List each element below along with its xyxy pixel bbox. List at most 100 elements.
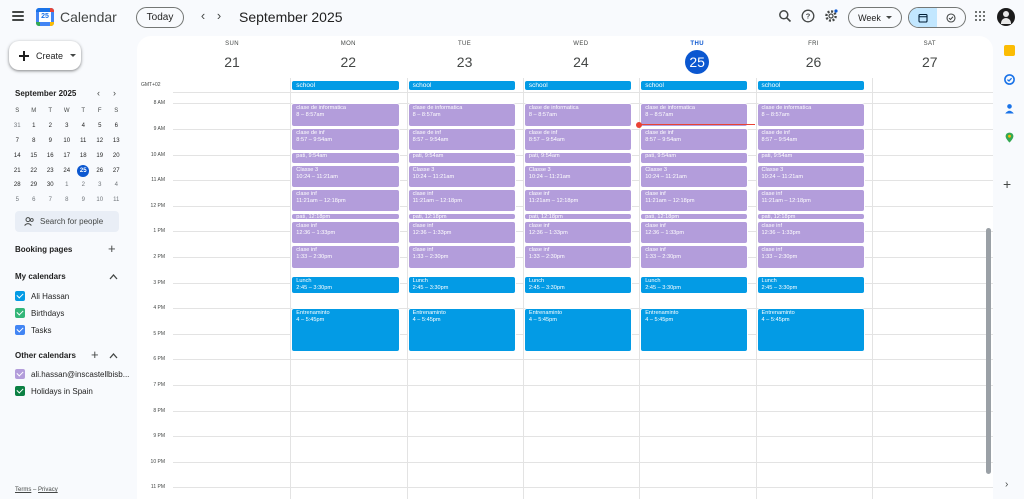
checkbox-icon[interactable] — [15, 386, 25, 396]
create-button[interactable]: Create — [9, 41, 81, 70]
calendar-event[interactable]: Lunch 2:45 – 3:30pm — [523, 276, 633, 295]
checkbox-icon[interactable] — [15, 291, 25, 301]
mini-day[interactable]: 3 — [92, 182, 109, 188]
mini-day[interactable]: 16 — [42, 153, 59, 159]
mini-day[interactable]: 24 — [59, 168, 76, 174]
mini-day[interactable]: 18 — [75, 153, 92, 159]
calendar-event[interactable]: pati, 12:18pm — [291, 213, 400, 221]
calendar-event[interactable]: Entrenaminto 4 – 5:45pm — [640, 308, 749, 352]
calendar-event[interactable]: Classe 3 10:24 – 11:21am — [523, 164, 633, 189]
calendar-event[interactable]: pati, 12:18pm — [523, 213, 633, 221]
day-number[interactable]: 21 — [220, 50, 244, 74]
add-booking-page-icon[interactable]: + — [108, 242, 116, 255]
mini-day[interactable]: 20 — [108, 153, 125, 159]
privacy-link[interactable]: Privacy — [38, 487, 58, 493]
help-icon[interactable]: ? — [801, 9, 815, 23]
mini-day[interactable]: 23 — [42, 168, 59, 174]
calendar-event[interactable]: pati, 12:18pm — [640, 213, 749, 221]
mini-day[interactable]: 8 — [59, 197, 76, 203]
calendar-event[interactable]: Classe 3 10:24 – 11:21am — [756, 164, 865, 189]
calendar-event[interactable]: clase inf 12:36 – 1:33pm — [640, 221, 749, 245]
settings-icon[interactable] — [824, 9, 838, 23]
terms-link[interactable]: Terms — [15, 487, 31, 493]
calendar-event[interactable]: clase inf 12:36 – 1:33pm — [756, 221, 865, 245]
mini-day[interactable]: 22 — [26, 168, 43, 174]
calendar-event[interactable]: clase inf 11:21am – 12:18pm — [523, 189, 633, 213]
maps-icon[interactable] — [1004, 132, 1015, 143]
mini-day[interactable]: 21 — [9, 168, 26, 174]
day-number[interactable]: 26 — [802, 50, 826, 74]
calendar-event[interactable]: clase inf 11:21am – 12:18pm — [407, 189, 516, 213]
calendar-event[interactable]: clase de inf 8:57 – 9:54am — [523, 127, 633, 152]
account-avatar[interactable] — [997, 8, 1015, 26]
all-day-event[interactable]: school — [523, 80, 633, 91]
day-header[interactable]: SUN 21 — [174, 41, 290, 74]
calendar-event[interactable]: pati, 9:54am — [756, 152, 865, 164]
day-number[interactable]: 24 — [569, 50, 593, 74]
calendar-event[interactable]: pati, 9:54am — [523, 152, 633, 164]
day-number[interactable]: 27 — [918, 50, 942, 74]
checkbox-icon[interactable] — [15, 308, 25, 318]
calendar-event[interactable]: clase de inf 8:57 – 9:54am — [756, 127, 865, 152]
mini-day[interactable]: 26 — [92, 168, 109, 174]
calendar-event[interactable]: clase inf 12:36 – 1:33pm — [407, 221, 516, 245]
calendar-event[interactable]: pati, 12:18pm — [756, 213, 865, 221]
calendar-event[interactable]: clase inf 1:33 – 2:30pm — [523, 245, 633, 269]
mini-day[interactable]: 13 — [108, 138, 125, 144]
calendar-event[interactable]: clase inf 1:33 – 2:30pm — [640, 245, 749, 269]
chevron-up-icon[interactable] — [109, 272, 118, 282]
calendar-event[interactable]: clase de informatica 8 – 8:57am — [523, 103, 633, 127]
checkbox-icon[interactable] — [15, 325, 25, 335]
calendar-event[interactable]: clase de informatica 8 – 8:57am — [291, 103, 400, 127]
mini-day[interactable]: 28 — [9, 182, 26, 188]
mini-day[interactable]: 7 — [42, 197, 59, 203]
search-icon[interactable] — [778, 9, 792, 23]
calendar-event[interactable]: Classe 3 10:24 – 11:21am — [291, 164, 400, 189]
mini-day[interactable]: 5 — [9, 197, 26, 203]
calendar-event[interactable]: clase inf 1:33 – 2:30pm — [756, 245, 865, 269]
calendar-event[interactable]: clase de informatica 8 – 8:57am — [407, 103, 516, 127]
day-number[interactable]: 23 — [453, 50, 477, 74]
calendar-event[interactable]: Lunch 2:45 – 3:30pm — [640, 276, 749, 295]
contacts-icon[interactable] — [1004, 103, 1015, 114]
view-selector[interactable]: Week — [848, 7, 902, 28]
expand-panel-icon[interactable]: › — [1005, 479, 1008, 490]
calendar-event[interactable]: clase inf 11:21am – 12:18pm — [640, 189, 749, 213]
day-header[interactable]: FRI 26 — [756, 41, 872, 74]
calendar-event[interactable]: Lunch 2:45 – 3:30pm — [291, 276, 400, 295]
day-header[interactable]: TUE 23 — [407, 41, 523, 74]
calendar-item[interactable]: Ali Hassan — [15, 290, 69, 302]
mini-day[interactable]: 27 — [108, 168, 125, 174]
get-add-ons-icon[interactable]: + — [1003, 177, 1011, 191]
calendar-event[interactable]: clase inf 11:21am – 12:18pm — [756, 189, 865, 213]
mini-day[interactable]: 1 — [26, 123, 43, 129]
mini-day[interactable]: 2 — [42, 123, 59, 129]
app-title[interactable]: Calendar — [60, 9, 117, 25]
mini-day[interactable]: 5 — [92, 123, 109, 129]
mini-day[interactable]: 10 — [59, 138, 76, 144]
mini-day[interactable]: 10 — [92, 197, 109, 203]
calendar-event[interactable]: Lunch 2:45 – 3:30pm — [756, 276, 865, 295]
calendar-event[interactable]: clase inf 11:21am – 12:18pm — [291, 189, 400, 213]
calendar-event[interactable]: Entrenaminto 4 – 5:45pm — [291, 308, 400, 352]
chevron-up-icon[interactable] — [109, 351, 118, 361]
calendar-event[interactable]: pati, 12:18pm — [407, 213, 516, 221]
search-people-input[interactable]: Search for people — [15, 211, 119, 232]
all-day-event[interactable]: school — [291, 80, 400, 91]
mini-day[interactable]: 9 — [42, 138, 59, 144]
mini-day[interactable]: 11 — [108, 197, 125, 203]
mini-day[interactable]: 8 — [26, 138, 43, 144]
mini-day[interactable]: 7 — [9, 138, 26, 144]
apps-icon[interactable] — [975, 11, 985, 21]
tasks-view-toggle[interactable] — [937, 8, 965, 27]
mini-day[interactable]: 19 — [92, 153, 109, 159]
calendar-event[interactable]: pati, 9:54am — [291, 152, 400, 164]
menu-icon[interactable] — [12, 11, 24, 21]
mini-day[interactable]: 14 — [9, 153, 26, 159]
day-header[interactable]: THU 25 — [639, 41, 755, 74]
calendar-event[interactable]: clase de informatica 8 – 8:57am — [756, 103, 865, 127]
all-day-event[interactable]: school — [756, 80, 865, 91]
calendar-item[interactable]: Tasks — [15, 324, 51, 336]
mini-day[interactable]: 11 — [75, 138, 92, 144]
calendar-event[interactable]: Entrenaminto 4 – 5:45pm — [407, 308, 516, 352]
